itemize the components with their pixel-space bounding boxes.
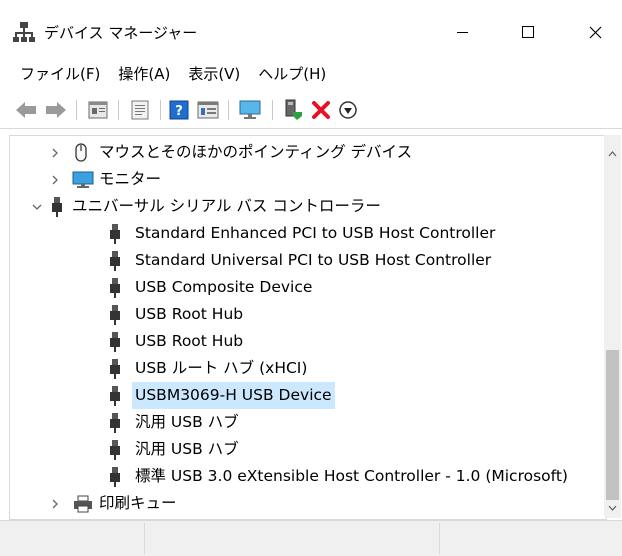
toolbar-separator bbox=[272, 100, 273, 120]
install-icon[interactable] bbox=[336, 98, 360, 122]
view-icon[interactable] bbox=[196, 98, 220, 122]
scrollbar-thumb[interactable] bbox=[606, 350, 619, 500]
scroll-down-icon[interactable] bbox=[604, 499, 621, 516]
tree-item-device[interactable]: 標準 USB 3.0 eXtensible Host Controller - … bbox=[10, 463, 600, 490]
toolbar-separator bbox=[118, 100, 119, 120]
tree-item-label: マウスとそのほかのポインティング デバイス bbox=[99, 143, 413, 161]
status-pane bbox=[0, 523, 145, 554]
tree-item-label: USB Composite Device bbox=[135, 278, 313, 296]
device-tree: マウスとそのほかのポインティング デバイス モニター ユニバーサル シリアル バ… bbox=[9, 135, 607, 520]
tree-item-mice[interactable]: マウスとそのほかのポインティング デバイス bbox=[10, 139, 600, 166]
usb-icon bbox=[106, 440, 124, 460]
chevron-down-icon[interactable] bbox=[28, 193, 46, 220]
minimize-icon bbox=[457, 32, 468, 33]
usb-icon bbox=[106, 359, 124, 379]
tree-item-label: 汎用 USB ハブ bbox=[135, 440, 239, 458]
tree-item-label: USBM3069-H USB Device bbox=[132, 382, 335, 409]
usb-icon bbox=[106, 224, 124, 244]
chevron-right-icon[interactable] bbox=[46, 166, 64, 193]
tree-item-label: 印刷キュー bbox=[99, 494, 177, 512]
window-title: デバイス マネージャー bbox=[44, 24, 198, 42]
enable-icon[interactable] bbox=[281, 98, 305, 122]
mouse-icon bbox=[72, 143, 90, 163]
monitor-icon[interactable] bbox=[238, 98, 262, 122]
chevron-right-icon[interactable] bbox=[46, 139, 64, 166]
tree-item-label: 汎用 USB ハブ bbox=[135, 413, 239, 431]
chevron-right-icon[interactable] bbox=[46, 490, 64, 517]
tree-item-label: 標準 USB 3.0 eXtensible Host Controller - … bbox=[135, 467, 568, 485]
tree-item-device[interactable]: USB Root Hub bbox=[10, 328, 600, 355]
vertical-scrollbar[interactable] bbox=[604, 135, 621, 518]
minimize-button[interactable] bbox=[440, 12, 486, 52]
tree-item-label: USB ルート ハブ (xHCI) bbox=[135, 359, 308, 377]
menu-action[interactable]: 操作(A) bbox=[109, 60, 179, 88]
tree-item-label: ユニバーサル シリアル バス コントローラー bbox=[72, 197, 381, 215]
usb-icon bbox=[106, 278, 124, 298]
usb-icon bbox=[106, 305, 124, 325]
device-manager-icon bbox=[13, 21, 35, 43]
tree-item-monitors[interactable]: モニター bbox=[10, 166, 600, 193]
maximize-icon bbox=[521, 25, 534, 38]
toolbar-separator bbox=[160, 100, 161, 120]
close-icon bbox=[589, 26, 601, 38]
monitor-icon bbox=[72, 170, 94, 190]
scroll-up-icon[interactable] bbox=[604, 145, 621, 162]
tree-item-label: USB Root Hub bbox=[135, 332, 244, 350]
close-button[interactable] bbox=[572, 12, 618, 52]
usb-icon bbox=[106, 467, 124, 487]
tree-item-device[interactable]: Standard Enhanced PCI to USB Host Contro… bbox=[10, 220, 600, 247]
printer-icon bbox=[72, 494, 94, 514]
help-icon[interactable]: ? bbox=[167, 98, 191, 122]
usb-icon bbox=[106, 251, 124, 271]
usb-icon bbox=[106, 332, 124, 352]
tree-item-label: USB Root Hub bbox=[135, 305, 244, 323]
menu-bar: ファイル(F) 操作(A) 表示(V) ヘルプ(H) bbox=[0, 60, 622, 88]
toolbar-separator bbox=[228, 100, 229, 120]
tree-item-device[interactable]: Standard Universal PCI to USB Host Contr… bbox=[10, 247, 600, 274]
menu-file[interactable]: ファイル(F) bbox=[0, 60, 109, 88]
menu-view[interactable]: 表示(V) bbox=[179, 60, 249, 88]
tree-item-print-queues[interactable]: 印刷キュー bbox=[10, 490, 600, 517]
tree-item-device[interactable]: 汎用 USB ハブ bbox=[10, 436, 600, 463]
tree-item-label: Standard Universal PCI to USB Host Contr… bbox=[135, 251, 492, 269]
device-manager-window: デバイス マネージャー ファイル(F) 操作(A) 表示(V) ヘルプ(H) ?… bbox=[0, 0, 622, 556]
toolbar: ? bbox=[0, 92, 622, 129]
maximize-button[interactable] bbox=[505, 12, 551, 52]
remove-icon[interactable] bbox=[309, 98, 333, 122]
tree-item-device-selected[interactable]: USBM3069-H USB Device bbox=[10, 382, 600, 409]
tree-item-label: Standard Enhanced PCI to USB Host Contro… bbox=[135, 224, 496, 242]
status-pane bbox=[145, 523, 440, 554]
usb-icon bbox=[48, 197, 66, 217]
status-bar bbox=[0, 520, 622, 556]
toolbar-separator bbox=[76, 100, 77, 120]
update-icon[interactable] bbox=[128, 98, 152, 122]
tree-item-usb-controllers[interactable]: ユニバーサル シリアル バス コントローラー bbox=[10, 193, 600, 220]
tree-item-label: モニター bbox=[99, 170, 162, 188]
tree-item-device[interactable]: USB Root Hub bbox=[10, 301, 600, 328]
properties-icon[interactable] bbox=[86, 98, 110, 122]
back-icon[interactable] bbox=[14, 98, 38, 122]
title-bar: デバイス マネージャー bbox=[0, 0, 622, 56]
usb-icon bbox=[106, 386, 124, 406]
tree-item-device[interactable]: 汎用 USB ハブ bbox=[10, 409, 600, 436]
usb-icon bbox=[106, 413, 124, 433]
menu-help[interactable]: ヘルプ(H) bbox=[249, 60, 335, 88]
svg-text:?: ? bbox=[175, 104, 183, 119]
forward-icon[interactable] bbox=[44, 98, 68, 122]
tree-item-device[interactable]: USB Composite Device bbox=[10, 274, 600, 301]
tree-item-device[interactable]: USB ルート ハブ (xHCI) bbox=[10, 355, 600, 382]
